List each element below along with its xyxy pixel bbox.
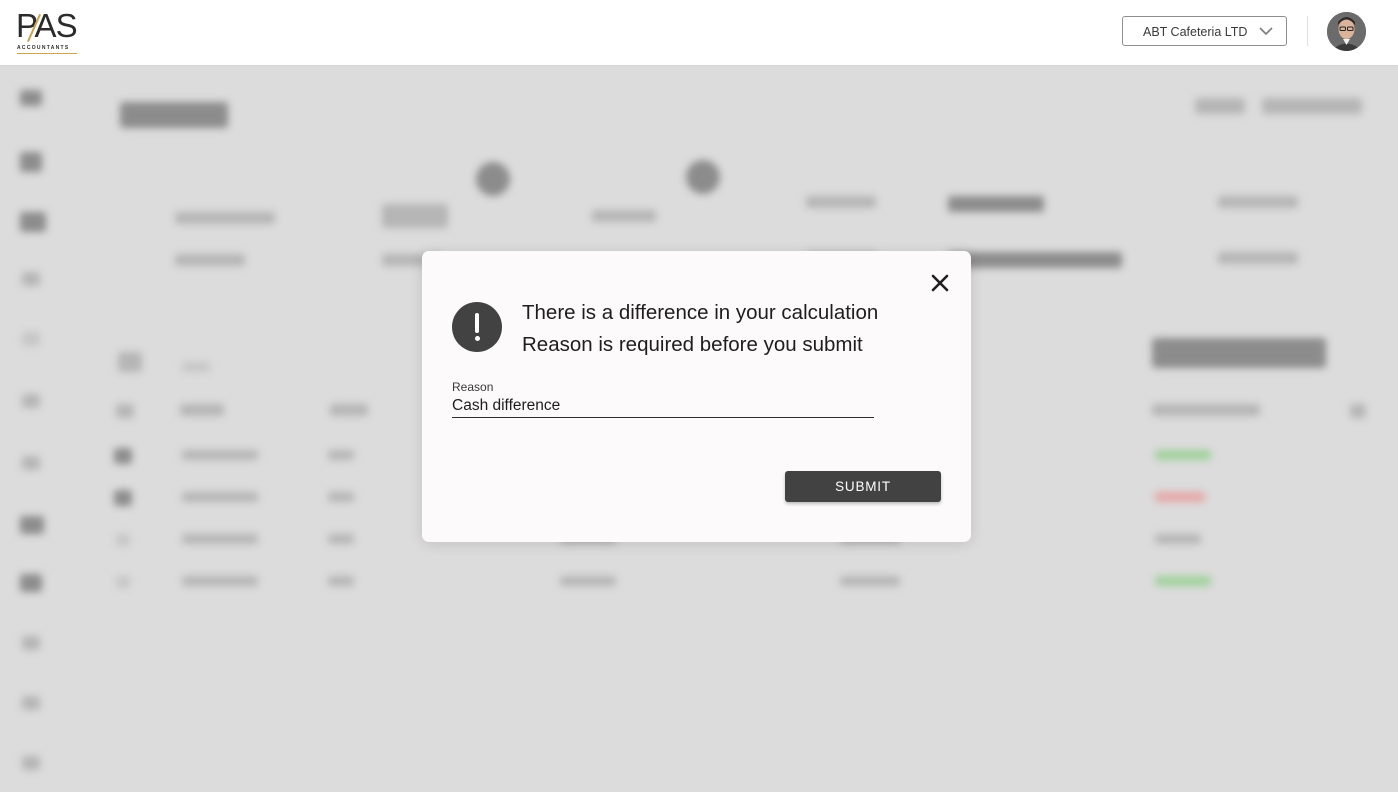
dialog-message: There is a difference in your calculatio… [522, 297, 878, 361]
table-cell [560, 576, 616, 586]
action-button-placeholder [1152, 338, 1326, 368]
table-cell [328, 576, 354, 586]
logo-subtext: ACCOUNTANTS [17, 45, 70, 51]
exclamation-dot [474, 336, 480, 341]
sidebar-icon [20, 90, 42, 106]
exclamation-bar [475, 313, 479, 333]
header-divider [1307, 16, 1308, 46]
page-title-placeholder [120, 102, 228, 128]
company-select-value: ABT Cafeteria LTD [1143, 25, 1248, 39]
summary-value [175, 254, 245, 266]
sidebar-icon [22, 456, 40, 470]
table-status [1155, 450, 1211, 460]
summary-icon [476, 162, 510, 196]
sidebar-icon [22, 332, 40, 346]
top-control-placeholder [1195, 98, 1245, 114]
summary-label [948, 196, 1044, 212]
sidebar-icon [22, 696, 40, 710]
summary-value [948, 252, 1122, 268]
summary-value [1218, 252, 1298, 264]
table-cell [182, 450, 258, 460]
sidebar-icon [20, 516, 44, 534]
reason-input[interactable] [452, 395, 874, 418]
table-status [1155, 534, 1201, 544]
logo-underline [17, 53, 77, 54]
top-header: PAS ACCOUNTANTS ABT Cafeteria LTD [0, 0, 1398, 66]
exclamation-icon [452, 302, 502, 352]
summary-label [175, 212, 275, 224]
table-header-cell [116, 404, 134, 418]
summary-label [382, 204, 448, 228]
reason-dialog: There is a difference in your calculatio… [422, 251, 971, 542]
table-header-cell [330, 404, 368, 416]
table-cell [182, 534, 258, 544]
table-cell [182, 576, 258, 586]
dialog-message-line2: Reason is required before you submit [522, 333, 863, 356]
close-icon[interactable] [928, 271, 952, 295]
table-cell [182, 492, 258, 502]
table-header-cell [1152, 404, 1260, 416]
table-cell [328, 492, 354, 502]
summary-label [1218, 196, 1298, 208]
toolbar-icon [118, 352, 142, 372]
table-header-cell [1350, 404, 1366, 418]
summary-label [592, 210, 656, 222]
summary-label [806, 196, 876, 208]
toolbar-label [182, 362, 210, 372]
chevron-down-icon [1259, 27, 1273, 36]
table-row-icon [114, 490, 132, 506]
sidebar-icon [22, 272, 40, 286]
company-logo[interactable]: PAS ACCOUNTANTS [16, 9, 80, 55]
table-cell [328, 450, 354, 460]
submit-button[interactable]: SUBMIT [785, 471, 941, 502]
reason-label: Reason [452, 380, 494, 394]
sidebar-icon [22, 636, 40, 650]
table-row-icon [116, 576, 130, 588]
table-status [1155, 576, 1211, 586]
sidebar-icon [20, 152, 42, 172]
sidebar-icon [22, 756, 40, 770]
dialog-message-line1: There is a difference in your calculatio… [522, 301, 879, 324]
logo-text: PAS [16, 7, 78, 44]
sidebar-icon [20, 212, 46, 232]
top-control-placeholder [1262, 98, 1362, 114]
table-cell [328, 534, 354, 544]
company-select[interactable]: ABT Cafeteria LTD [1122, 16, 1287, 46]
table-row-icon [116, 534, 130, 546]
table-status [1155, 492, 1205, 502]
table-cell [840, 576, 900, 586]
table-row-icon [114, 448, 132, 464]
avatar-image [1327, 12, 1366, 51]
summary-icon [686, 160, 720, 194]
user-avatar[interactable] [1327, 12, 1366, 51]
sidebar-icon [22, 394, 40, 408]
sidebar-icon [20, 574, 42, 592]
table-header-cell [180, 404, 224, 416]
